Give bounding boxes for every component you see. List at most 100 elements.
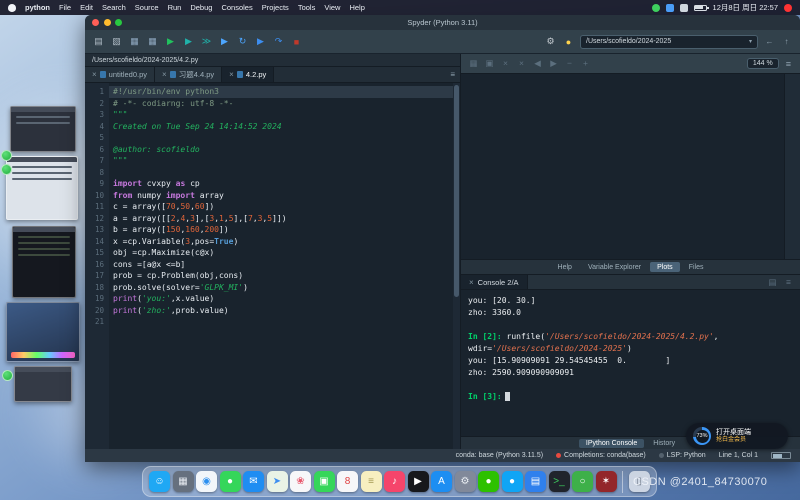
menubar-clock[interactable]: 12月8日 周日 22:57 bbox=[713, 2, 778, 13]
dock-launchpad[interactable]: ▦ bbox=[173, 471, 194, 492]
input-method-icon[interactable] bbox=[680, 4, 688, 12]
code-line[interactable]: obj =cp.Maximize(c@x) bbox=[113, 247, 460, 259]
desktop-window-thumbnail[interactable] bbox=[14, 366, 72, 402]
new-file-icon[interactable]: ▤ bbox=[91, 34, 106, 50]
code-line[interactable]: a = array([[2,4,3],[3,1,5],[7,3,5]]) bbox=[113, 213, 460, 225]
parent-directory-icon[interactable]: ↑ bbox=[779, 34, 794, 50]
battery-icon[interactable] bbox=[694, 5, 707, 11]
dock-settings[interactable]: ⚙ bbox=[455, 471, 476, 492]
code-line[interactable]: prob.solve(solver='GLPK_MI') bbox=[113, 282, 460, 294]
previous-plot-icon[interactable]: ◀ bbox=[531, 58, 544, 69]
debug-icon[interactable]: ▶ bbox=[253, 34, 268, 50]
close-console-icon[interactable]: × bbox=[469, 278, 474, 287]
save-icon[interactable]: ▦ bbox=[127, 34, 142, 50]
wechat-floating-icon[interactable] bbox=[1, 164, 12, 175]
plots-options-menu-icon[interactable]: ≡ bbox=[783, 59, 794, 69]
code-line[interactable]: #!/usr/bin/env python3 bbox=[109, 86, 460, 98]
desktop-window-thumbnail[interactable] bbox=[6, 302, 80, 362]
pane-tab-files[interactable]: Files bbox=[682, 262, 711, 272]
code-line[interactable]: print('zho:',prob.value) bbox=[113, 305, 460, 317]
zoom-in-icon[interactable]: + bbox=[579, 58, 592, 69]
menu-view[interactable]: View bbox=[324, 3, 340, 12]
zoom-out-icon[interactable]: − bbox=[563, 58, 576, 69]
tabs-menu-icon[interactable]: ≡ bbox=[445, 67, 460, 82]
run-icon[interactable]: ▶ bbox=[163, 34, 178, 50]
code-line[interactable]: from numpy import array bbox=[113, 190, 460, 202]
apple-menu-icon[interactable] bbox=[8, 4, 16, 12]
menu-run[interactable]: Run bbox=[168, 3, 182, 12]
dock-appstore[interactable]: A bbox=[431, 471, 452, 492]
ipython-console[interactable]: you: [20. 30.]zho: 3360.0In [2]: runfile… bbox=[461, 290, 800, 436]
preferences-icon[interactable]: ⚙ bbox=[543, 34, 558, 50]
pane-tab-plots[interactable]: Plots bbox=[650, 262, 680, 272]
window-titlebar[interactable]: Spyder (Python 3.11) bbox=[85, 15, 800, 30]
pane-tab-variable-explorer[interactable]: Variable Explorer bbox=[581, 262, 648, 272]
dock-notes[interactable]: ≡ bbox=[361, 471, 382, 492]
menu-debug[interactable]: Debug bbox=[190, 3, 212, 12]
dock-mail[interactable]: ✉ bbox=[243, 471, 264, 492]
working-directory-box[interactable]: /Users/scofieldo/2024-2025 ▾ bbox=[580, 35, 758, 49]
menu-source[interactable]: Source bbox=[135, 3, 159, 12]
code-line[interactable]: # -*- codiarng: utf-8 -*- bbox=[113, 98, 460, 110]
run-selection-icon[interactable]: ▶ bbox=[217, 34, 232, 50]
dock-finder[interactable]: ☺ bbox=[149, 471, 170, 492]
code-line[interactable]: cons =[a@x <=b] bbox=[113, 259, 460, 271]
run-cell-advance-icon[interactable]: ≫ bbox=[199, 34, 214, 50]
plots-thumbnail-strip[interactable] bbox=[784, 74, 800, 259]
code-line[interactable]: """ bbox=[113, 109, 460, 121]
docs-status-icon[interactable] bbox=[666, 4, 674, 12]
menu-consoles[interactable]: Consoles bbox=[221, 3, 252, 12]
desktop-window-thumbnail[interactable] bbox=[12, 226, 76, 298]
code-line[interactable]: x =cp.Variable(3,pos=True) bbox=[113, 236, 460, 248]
remove-plot-icon[interactable]: × bbox=[499, 58, 512, 69]
dock-safari[interactable]: ◉ bbox=[196, 471, 217, 492]
meeting-status-icon[interactable] bbox=[652, 4, 660, 12]
dock-maps[interactable]: ➤ bbox=[267, 471, 288, 492]
close-tab-icon[interactable]: × bbox=[92, 70, 97, 79]
copy-plot-icon[interactable]: ▣ bbox=[483, 58, 496, 69]
lsp-status[interactable]: LSP: Python bbox=[659, 452, 706, 459]
run-cell-icon[interactable]: ▶ bbox=[181, 34, 196, 50]
code-line[interactable] bbox=[113, 132, 460, 144]
active-app-name[interactable]: python bbox=[25, 3, 50, 12]
code-line[interactable] bbox=[113, 167, 460, 179]
path-dropdown-caret[interactable]: ▾ bbox=[749, 38, 752, 45]
code-line[interactable]: Created on Tue Sep 24 14:14:52 2024 bbox=[113, 121, 460, 133]
code-line[interactable] bbox=[113, 316, 460, 328]
menu-search[interactable]: Search bbox=[102, 3, 126, 12]
dock-terminal[interactable]: >_ bbox=[549, 471, 570, 492]
code-line[interactable]: @author: scofieldo bbox=[113, 144, 460, 156]
menu-file[interactable]: File bbox=[59, 3, 71, 12]
promo-widget[interactable]: 73% 打开桌面端 抢白金会员 bbox=[686, 423, 788, 449]
dock-music[interactable]: ♪ bbox=[384, 471, 405, 492]
code-editor[interactable]: 123456789101112131415161718192021 #!/usr… bbox=[85, 83, 460, 449]
dock-photos[interactable]: ❀ bbox=[290, 471, 311, 492]
wechat-floating-icon[interactable] bbox=[2, 370, 13, 381]
dock-tv[interactable]: ▶ bbox=[408, 471, 429, 492]
menu-help[interactable]: Help bbox=[349, 3, 364, 12]
code-line[interactable]: print('you:',x.value) bbox=[113, 293, 460, 305]
code-line[interactable]: c = array([70,50,60]) bbox=[113, 201, 460, 213]
menu-tools[interactable]: Tools bbox=[298, 3, 316, 12]
rerun-icon[interactable]: ↻ bbox=[235, 34, 250, 50]
plots-zoom-level[interactable]: 144 % bbox=[747, 58, 779, 69]
step-over-icon[interactable]: ↷ bbox=[271, 34, 286, 50]
completions-status[interactable]: Completions: conda(base) bbox=[556, 452, 646, 459]
menu-edit[interactable]: Edit bbox=[80, 3, 93, 12]
plots-canvas[interactable] bbox=[461, 74, 800, 260]
dock-facetime[interactable]: ▣ bbox=[314, 471, 335, 492]
pane-tab-help[interactable]: Help bbox=[551, 262, 579, 272]
next-plot-icon[interactable]: ▶ bbox=[547, 58, 560, 69]
editor-tab[interactable]: ×习题4.4.py bbox=[155, 67, 222, 82]
wechat-floating-icon[interactable] bbox=[1, 150, 12, 161]
editor-scrollbar[interactable] bbox=[453, 83, 460, 449]
dock-qq[interactable]: ● bbox=[502, 471, 523, 492]
code-line[interactable]: """ bbox=[113, 155, 460, 167]
back-icon[interactable]: ← bbox=[762, 34, 777, 50]
save-all-icon[interactable]: ▦ bbox=[145, 34, 160, 50]
stop-icon[interactable]: ■ bbox=[289, 34, 304, 50]
options-menu-icon[interactable]: ≡ bbox=[782, 277, 795, 287]
dock-calendar[interactable]: 8 bbox=[337, 471, 358, 492]
tab-history[interactable]: History bbox=[646, 439, 682, 448]
conda-env-status[interactable]: conda: base (Python 3.11.5) bbox=[456, 452, 543, 459]
